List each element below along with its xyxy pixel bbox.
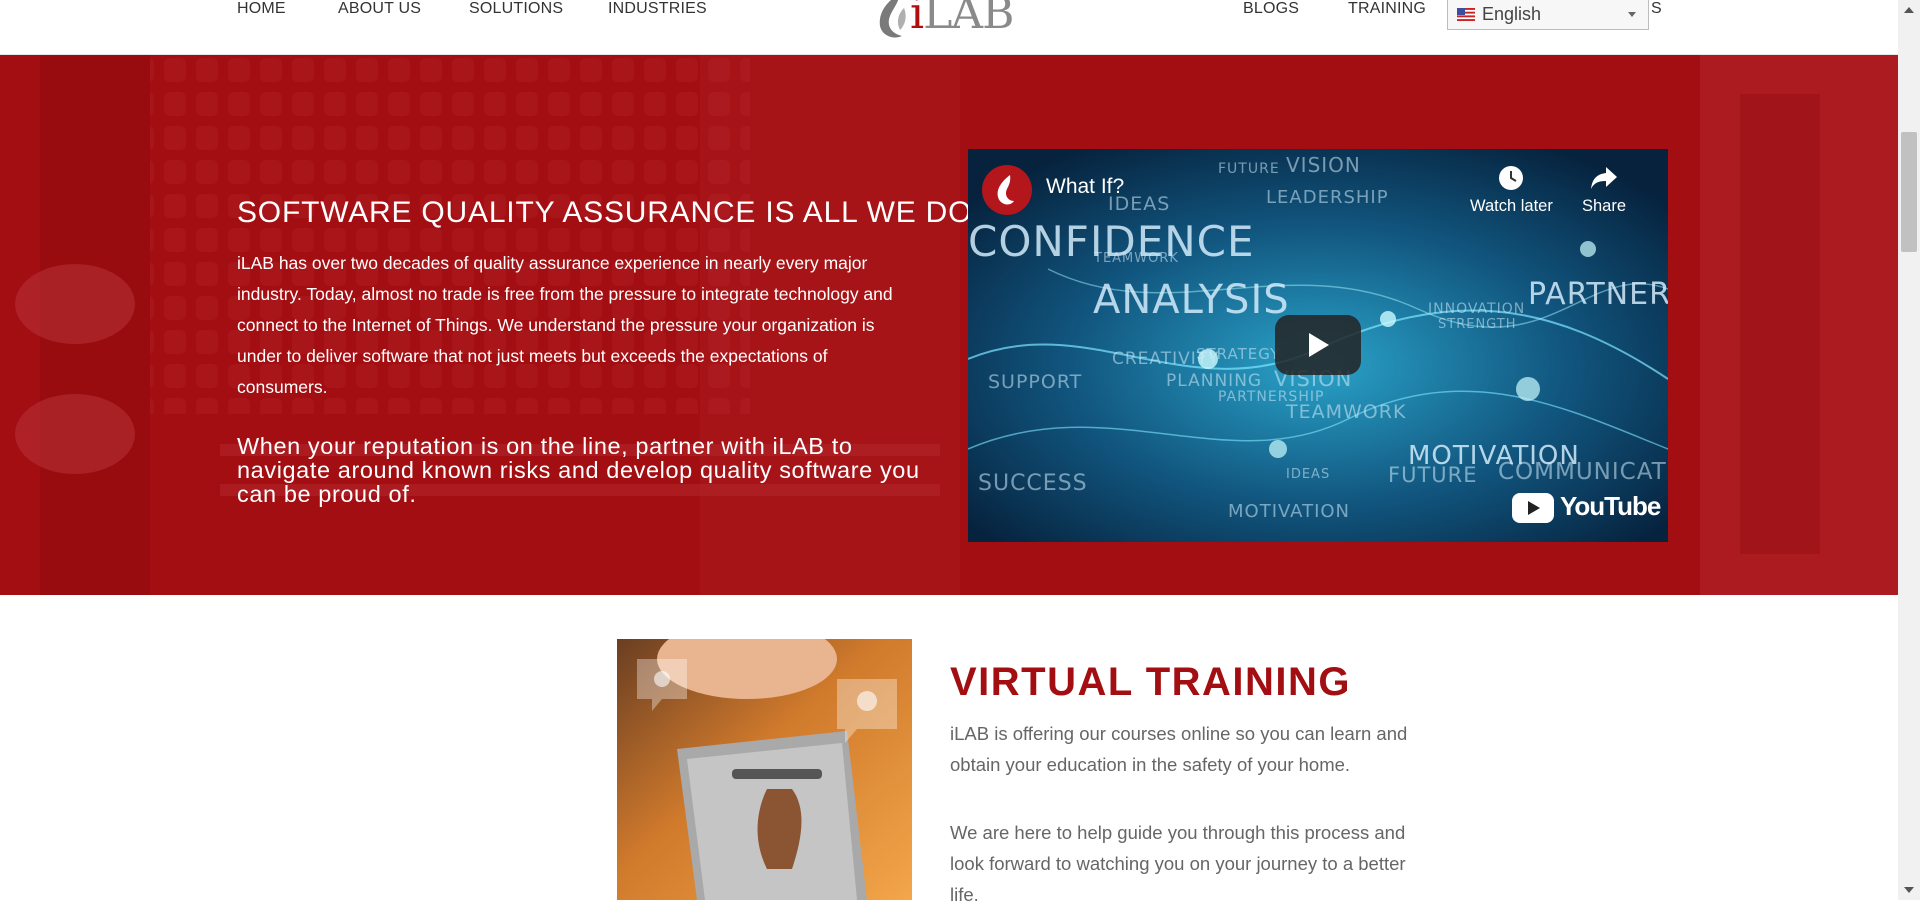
hero-heading: SOFTWARE QUALITY ASSURANCE IS ALL WE DO. <box>237 196 982 229</box>
hero-body-text: iLAB has over two decades of quality ass… <box>237 253 893 397</box>
youtube-icon <box>1512 493 1554 523</box>
nav-solutions[interactable]: SOLUTIONS <box>469 0 563 18</box>
watch-later-button[interactable]: Watch later <box>1470 161 1553 216</box>
video-word: STRATEGY <box>1196 345 1281 363</box>
ilab-logo[interactable]: iLAB <box>868 0 1030 40</box>
clock-icon <box>1499 166 1524 190</box>
flame-logo-icon <box>879 0 906 38</box>
video-word: STRENGTH <box>1438 317 1517 332</box>
video-word: TEAMWORK <box>1094 251 1179 266</box>
person-with-tablet-photo <box>617 639 912 900</box>
training-image <box>617 639 912 900</box>
video-title[interactable]: What If? <box>1046 175 1124 199</box>
scroll-up-arrow-icon[interactable] <box>1904 7 1914 13</box>
video-word: TEAMWORK <box>1286 401 1407 423</box>
language-label: English <box>1482 4 1542 24</box>
scroll-thumb[interactable] <box>1901 132 1917 252</box>
video-word: SUCCESS <box>978 471 1088 496</box>
video-word: FUTURE <box>1388 463 1478 487</box>
video-word: SUPPORT <box>988 371 1083 393</box>
video-word: VISION <box>1286 153 1361 177</box>
nav-industries[interactable]: INDUSTRIES <box>608 0 707 18</box>
video-word: MOTIVATION <box>1228 501 1351 522</box>
video-word: IDEAS <box>1286 467 1331 482</box>
share-icon <box>1591 167 1618 189</box>
training-paragraph-1: iLAB is offering our courses online so y… <box>950 723 1408 775</box>
chevron-down-icon <box>1628 12 1636 17</box>
nav-training[interactable]: TRAINING <box>1348 0 1426 18</box>
flame-icon <box>997 175 1014 205</box>
nav-home[interactable]: HOME <box>237 0 286 18</box>
video-word: FUTURE <box>1218 161 1280 177</box>
nav-blogs[interactable]: BLOGS <box>1243 0 1299 18</box>
nav-about-us[interactable]: ABOUT US <box>338 0 421 18</box>
site-header: HOME ABOUT US SOLUTIONS INDUSTRIES iLAB … <box>0 0 1898 55</box>
video-word: ANALYSIS <box>1093 277 1290 323</box>
video-word: PARTNER <box>1528 277 1668 312</box>
video-word: LEADERSHIP <box>1266 187 1389 208</box>
language-select[interactable]: English <box>1447 0 1649 30</box>
nav-clipped-item[interactable]: S <box>1651 0 1662 18</box>
video-word: INNOVATION <box>1428 301 1526 317</box>
virtual-training-title: VIRTUAL TRAINING <box>950 660 1352 704</box>
share-button[interactable]: Share <box>1582 161 1626 216</box>
hero-lead-text: When your reputation is on the line, par… <box>237 433 920 507</box>
video-word: COMMUNICATION <box>1498 459 1668 485</box>
logo-text: iLAB <box>910 0 1014 39</box>
training-paragraph-2: We are here to help guide you through th… <box>950 822 1406 905</box>
us-flag-icon <box>1457 8 1475 21</box>
video-word: PLANNING <box>1166 371 1263 391</box>
page-scrollbar[interactable] <box>1898 0 1920 900</box>
channel-avatar[interactable] <box>982 165 1032 215</box>
play-button[interactable] <box>1275 315 1361 375</box>
youtube-video-embed[interactable]: FUTURE VISION LEADERSHIP IDEAS CONFIDENCE TEA… <box>968 149 1668 542</box>
scroll-down-arrow-icon[interactable] <box>1904 887 1914 893</box>
